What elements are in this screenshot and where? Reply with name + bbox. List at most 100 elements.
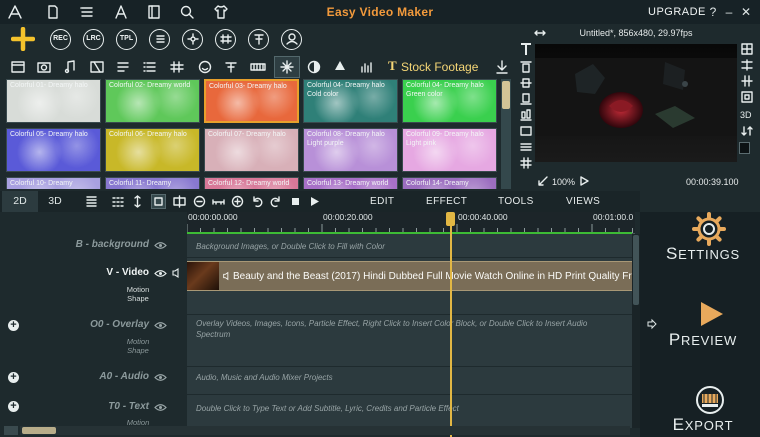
align-bottom-icon[interactable] bbox=[519, 92, 533, 106]
media-thumbnail[interactable]: Colorful 02- Dreamy world bbox=[105, 79, 200, 123]
tab-video-icon[interactable] bbox=[9, 58, 27, 76]
eye-icon[interactable] bbox=[154, 241, 167, 250]
swap-icon[interactable] bbox=[740, 124, 754, 138]
media-thumbnail[interactable]: Colorful 06- Dreamy halo bbox=[105, 128, 200, 172]
undo-icon[interactable] bbox=[250, 194, 265, 209]
track-video[interactable]: V - Video Motion Shape Beauty and the Be… bbox=[0, 258, 653, 315]
media-thumbnail[interactable]: Colorful 08- Dreamy halo Light purple bbox=[303, 128, 398, 172]
layout-columns-icon[interactable] bbox=[740, 74, 754, 88]
eye-icon[interactable] bbox=[154, 321, 167, 330]
tab-filmstrip-icon[interactable] bbox=[249, 58, 267, 76]
track-audio[interactable]: + A0 - Audio Audio, Music and Audio Mixe… bbox=[0, 367, 640, 395]
fit-icon[interactable] bbox=[538, 176, 548, 186]
text-icon[interactable] bbox=[519, 42, 533, 56]
align-top-icon[interactable] bbox=[519, 60, 533, 74]
grid-view-icon[interactable] bbox=[110, 194, 125, 209]
scroll-left-button[interactable] bbox=[4, 426, 18, 435]
layout-split-icon[interactable] bbox=[740, 58, 754, 72]
tab-list-icon[interactable] bbox=[141, 58, 159, 76]
template-button[interactable]: TPL bbox=[116, 29, 137, 50]
color-swatch[interactable] bbox=[739, 142, 750, 154]
vertical-move-icon[interactable] bbox=[130, 194, 145, 209]
account-button[interactable] bbox=[281, 29, 302, 50]
menu-edit[interactable]: EDIT bbox=[370, 191, 394, 212]
layout-grid-icon[interactable] bbox=[740, 42, 754, 56]
fit-width-icon[interactable] bbox=[211, 194, 226, 209]
media-thumbnail[interactable]: Colorful 10- Dreamy bbox=[6, 177, 101, 189]
tab-audio-spectrum-icon[interactable] bbox=[358, 58, 376, 76]
tab-emoji-icon[interactable] bbox=[196, 58, 214, 76]
tab-color-icon[interactable] bbox=[305, 58, 323, 76]
list-button[interactable] bbox=[149, 29, 170, 50]
frame-icon[interactable] bbox=[519, 124, 533, 138]
align-center-icon[interactable] bbox=[519, 76, 533, 90]
zoom-in-icon[interactable] bbox=[230, 194, 245, 209]
tab-particle-effect[interactable] bbox=[274, 56, 300, 78]
media-thumbnail[interactable]: Colorful 11- Dreamy bbox=[105, 177, 200, 189]
minimize-button[interactable]: – bbox=[722, 5, 736, 19]
tab-music-icon[interactable] bbox=[61, 58, 79, 76]
preview-button[interactable]: PREVIEW bbox=[669, 299, 750, 349]
track-lane[interactable]: Beauty and the Beast (2017) Hindi Dubbed… bbox=[187, 258, 653, 315]
track-background[interactable]: B - background Background Images, or Dou… bbox=[0, 234, 640, 258]
select-tool-icon[interactable] bbox=[151, 194, 166, 209]
video-preview[interactable] bbox=[535, 44, 737, 162]
tab-subtitle-icon[interactable] bbox=[222, 58, 240, 76]
zoom-out-icon[interactable] bbox=[192, 194, 207, 209]
tracks-list-icon[interactable] bbox=[84, 194, 99, 209]
add-media-button[interactable] bbox=[11, 27, 35, 51]
media-thumbnail[interactable]: Colorful 07- Dreamy halo bbox=[204, 128, 299, 172]
add-track-button[interactable]: + bbox=[8, 372, 19, 383]
layout-box-icon[interactable] bbox=[740, 90, 754, 104]
add-track-button[interactable]: + bbox=[8, 320, 19, 331]
scroll-thumb[interactable] bbox=[22, 427, 56, 434]
add-track-button[interactable]: + bbox=[8, 401, 19, 412]
playhead[interactable] bbox=[450, 212, 452, 437]
media-thumbnail[interactable]: Colorful 03- Dreamy halo bbox=[204, 79, 299, 123]
close-button[interactable]: ✕ bbox=[739, 5, 753, 19]
gallery-scrollbar[interactable] bbox=[501, 79, 511, 189]
tracks-scrollbar[interactable] bbox=[632, 234, 640, 428]
export-button[interactable]: EXPORT bbox=[670, 384, 750, 434]
tab-grid-icon[interactable] bbox=[168, 58, 186, 76]
timeline-play-icon[interactable] bbox=[307, 194, 322, 209]
record-button[interactable]: REC bbox=[50, 29, 71, 50]
tab-3d[interactable]: 3D bbox=[40, 191, 70, 212]
menu-views[interactable]: VIEWS bbox=[566, 191, 600, 212]
track-text[interactable]: + T0 - Text Motion Double Click to Type … bbox=[0, 395, 640, 429]
grid-toggle-icon[interactable] bbox=[519, 156, 533, 170]
settings-button[interactable]: SETTINGS bbox=[666, 212, 750, 267]
eye-icon[interactable] bbox=[154, 403, 167, 412]
stop-icon[interactable] bbox=[288, 194, 303, 209]
speaker-icon[interactable] bbox=[171, 267, 183, 279]
grid-button[interactable] bbox=[215, 29, 236, 50]
menu-tools[interactable]: TOOLS bbox=[498, 191, 534, 212]
split-icon[interactable] bbox=[172, 194, 187, 209]
eye-icon[interactable] bbox=[154, 373, 167, 382]
media-thumbnail[interactable]: Colorful 04- Dreamy halo Cold color bbox=[303, 79, 398, 123]
scroll-thumb[interactable] bbox=[633, 235, 639, 305]
media-thumbnail[interactable]: Colorful 04- Dreamy halo Green color bbox=[402, 79, 497, 123]
timeline-ruler[interactable]: 00:00:00.000 00:00:20.000 00:00:40.000 0… bbox=[187, 212, 635, 234]
video-clip[interactable]: Beauty and the Beast (2017) Hindi Dubbed… bbox=[187, 261, 653, 291]
eye-icon[interactable] bbox=[154, 269, 167, 278]
upgrade-button[interactable]: UPGRADE bbox=[648, 6, 706, 18]
distribute-icon[interactable] bbox=[519, 108, 533, 122]
menu-effect[interactable]: EFFECT bbox=[426, 191, 467, 212]
3d-icon[interactable]: 3D bbox=[740, 107, 754, 121]
tab-shape-icon[interactable] bbox=[331, 58, 349, 76]
track-lane[interactable]: Background Images, or Double Click to Fi… bbox=[187, 234, 632, 258]
scroll-thumb[interactable] bbox=[502, 81, 510, 109]
tab-photo-icon[interactable] bbox=[35, 58, 53, 76]
track-sublabel[interactable]: Motion Shape bbox=[118, 337, 158, 355]
media-thumbnail[interactable]: Colorful 09- Dreamy halo Light pink bbox=[402, 128, 497, 172]
tab-transition-icon[interactable] bbox=[88, 58, 106, 76]
track-lane[interactable]: Audio, Music and Audio Mixer Projects bbox=[187, 367, 632, 395]
track-sublabel[interactable]: Motion Shape bbox=[118, 285, 158, 303]
zoom-level[interactable]: 100% bbox=[552, 177, 575, 187]
media-thumbnail[interactable]: Colorful 05- Dreamy halo bbox=[6, 128, 101, 172]
track-lane[interactable]: Double Click to Type Text or Add Subtitl… bbox=[187, 395, 632, 429]
media-thumbnail[interactable]: Colorful 13- Dreamy world bbox=[303, 177, 398, 189]
collapse-arrow-icon[interactable] bbox=[646, 318, 658, 330]
media-thumbnail[interactable]: Colorful 14- Dreamy bbox=[402, 177, 497, 189]
